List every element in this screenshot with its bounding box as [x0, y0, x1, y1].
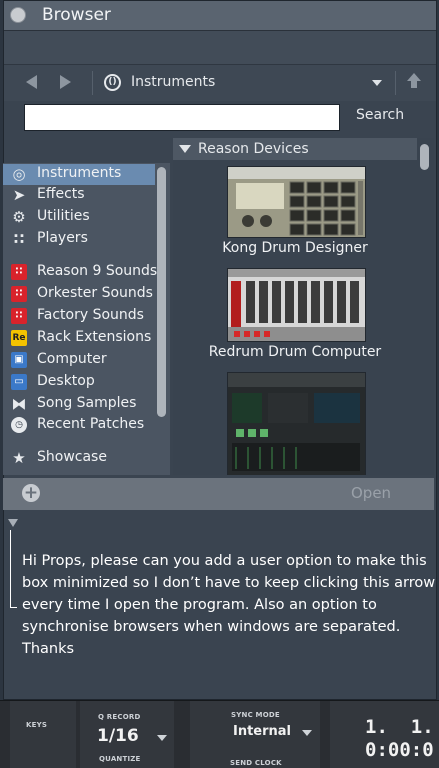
sync-section: SYNC MODE Internal SEND CLOCK: [190, 701, 320, 768]
triangle-down-icon[interactable]: [179, 145, 191, 153]
keys-label: KEYS: [26, 721, 48, 729]
window-button[interactable]: [10, 7, 26, 23]
toolbar-strip: [4, 31, 436, 65]
sidebar-scrollbar[interactable]: [157, 167, 166, 417]
open-button[interactable]: Open: [351, 484, 391, 502]
add-icon[interactable]: +: [22, 484, 40, 502]
sidebar-item-utilities[interactable]: ⚙ Utilities: [3, 207, 155, 228]
sidebar-item-recent-patches[interactable]: ◷ Recent Patches: [3, 415, 155, 436]
quantize-label: QUANTIZE: [99, 755, 141, 763]
q-record-button[interactable]: Q RECORD: [98, 713, 140, 721]
utilities-icon: ⚙: [12, 208, 26, 226]
device-list: Reason Devices Kong Drum Designer Redrum…: [173, 138, 434, 475]
sidebar-item-label: Utilities: [37, 208, 90, 224]
song-time[interactable]: 0:00:0: [365, 739, 434, 761]
sidebar-item-label: Song Samples: [37, 395, 137, 411]
sidebar-item-label: Rack Extensions: [37, 329, 152, 345]
desktop-icon: ▭: [11, 374, 27, 390]
sync-mode-label: SYNC MODE: [231, 711, 280, 719]
sidebar-item-song-samples[interactable]: ⧓ Song Samples: [3, 394, 155, 415]
sidebar-item-label: Factory Sounds: [37, 307, 144, 323]
content-scrollbar[interactable]: [420, 144, 429, 170]
rack-extensions-icon: Re: [11, 330, 27, 346]
sidebar-item-label: Instruments: [37, 165, 122, 181]
chevron-down-icon[interactable]: [157, 735, 167, 741]
sidebar-item-effects[interactable]: ➤ Effects: [3, 185, 155, 206]
section-header[interactable]: Reason Devices: [173, 138, 417, 160]
reason-icon: (): [104, 74, 121, 91]
search-input[interactable]: [24, 104, 340, 131]
factory-sounds-icon: ∷: [11, 308, 27, 324]
back-arrow-icon[interactable]: [26, 75, 37, 89]
sidebar-item-computer[interactable]: ▣ Computer: [3, 350, 155, 371]
sidebar-item-factory-sounds[interactable]: ∷ Factory Sounds: [3, 306, 155, 327]
sidebar-item-label: Desktop: [37, 373, 95, 389]
thor-device-image: [227, 372, 366, 475]
chevron-down-icon[interactable]: [372, 80, 382, 86]
location-dropdown-label[interactable]: Instruments: [131, 74, 215, 90]
send-clock-button[interactable]: SEND CLOCK: [230, 759, 282, 767]
sidebar-item-label: Recent Patches: [37, 416, 145, 432]
keys-section[interactable]: KEYS: [10, 701, 76, 768]
players-icon: ∷: [13, 230, 25, 248]
device-label: Redrum Drum Computer: [208, 344, 382, 360]
sidebar-item-label: Effects: [37, 186, 85, 202]
effects-icon: ➤: [12, 186, 26, 204]
song-samples-icon: ⧓: [11, 395, 27, 413]
sidebar-item-label: Showcase: [37, 449, 107, 465]
orkester-sounds-icon: ∷: [11, 286, 27, 302]
sidebar-item-rack-extensions[interactable]: Re Rack Extensions: [3, 328, 155, 349]
song-position[interactable]: 1. 1.: [365, 716, 434, 738]
reason-sounds-icon: ∷: [11, 264, 27, 280]
forward-arrow-icon[interactable]: [60, 75, 71, 89]
device-label: Kong Drum Designer: [222, 240, 368, 256]
sidebar-item-label: Reason 9 Sounds: [37, 263, 158, 279]
quantize-select[interactable]: 1/16: [97, 726, 139, 746]
sidebar-item-instruments[interactable]: ◎ Instruments: [3, 164, 155, 185]
sidebar-item-reason-9-sounds[interactable]: ∷ Reason 9 Sounds: [3, 262, 158, 283]
annotation-text: Hi Props, please can you add a user opti…: [22, 553, 436, 657]
divider: [92, 71, 93, 95]
browser-footer: + Open: [3, 478, 434, 510]
annotation-pointer: [10, 530, 17, 608]
star-icon: ★: [12, 449, 26, 467]
kong-device-image: [227, 166, 366, 238]
computer-icon: ▣: [11, 352, 27, 368]
quantize-section: Q RECORD 1/16 QUANTIZE: [80, 701, 174, 768]
sidebar-item-orkester-sounds[interactable]: ∷ Orkester Sounds: [3, 284, 155, 305]
redrum-device-image: [227, 268, 366, 342]
window-title: Browser: [42, 5, 111, 25]
sidebar: ◎ Instruments ➤ Effects ⚙ Utilities ∷ Pl…: [3, 163, 170, 475]
sidebar-item-players[interactable]: ∷ Players: [3, 229, 155, 250]
transport-bar: KEYS Q RECORD 1/16 QUANTIZE SYNC MODE In…: [0, 700, 439, 768]
position-display: 1. 1. 0:00:0: [330, 701, 439, 768]
sidebar-item-showcase[interactable]: ★ Showcase: [3, 448, 155, 469]
recent-patches-icon: ◷: [11, 417, 27, 433]
sync-mode-select[interactable]: Internal: [233, 724, 291, 739]
sidebar-item-desktop[interactable]: ▭ Desktop: [3, 372, 155, 393]
search-button[interactable]: Search: [356, 107, 404, 123]
navigation-bar: () Instruments: [4, 65, 436, 101]
chevron-down-icon[interactable]: [302, 730, 312, 736]
title-bar[interactable]: Browser: [4, 1, 436, 31]
section-title: Reason Devices: [198, 141, 309, 157]
up-arrow-icon[interactable]: [407, 73, 421, 91]
sidebar-item-label: Players: [37, 230, 88, 246]
collapse-arrow-icon[interactable]: [8, 519, 18, 527]
instruments-icon: ◎: [12, 165, 26, 183]
sidebar-item-label: Computer: [37, 351, 107, 367]
sidebar-item-label: Orkester Sounds: [37, 285, 153, 301]
search-row: Search: [4, 101, 436, 137]
divider: [395, 71, 396, 95]
